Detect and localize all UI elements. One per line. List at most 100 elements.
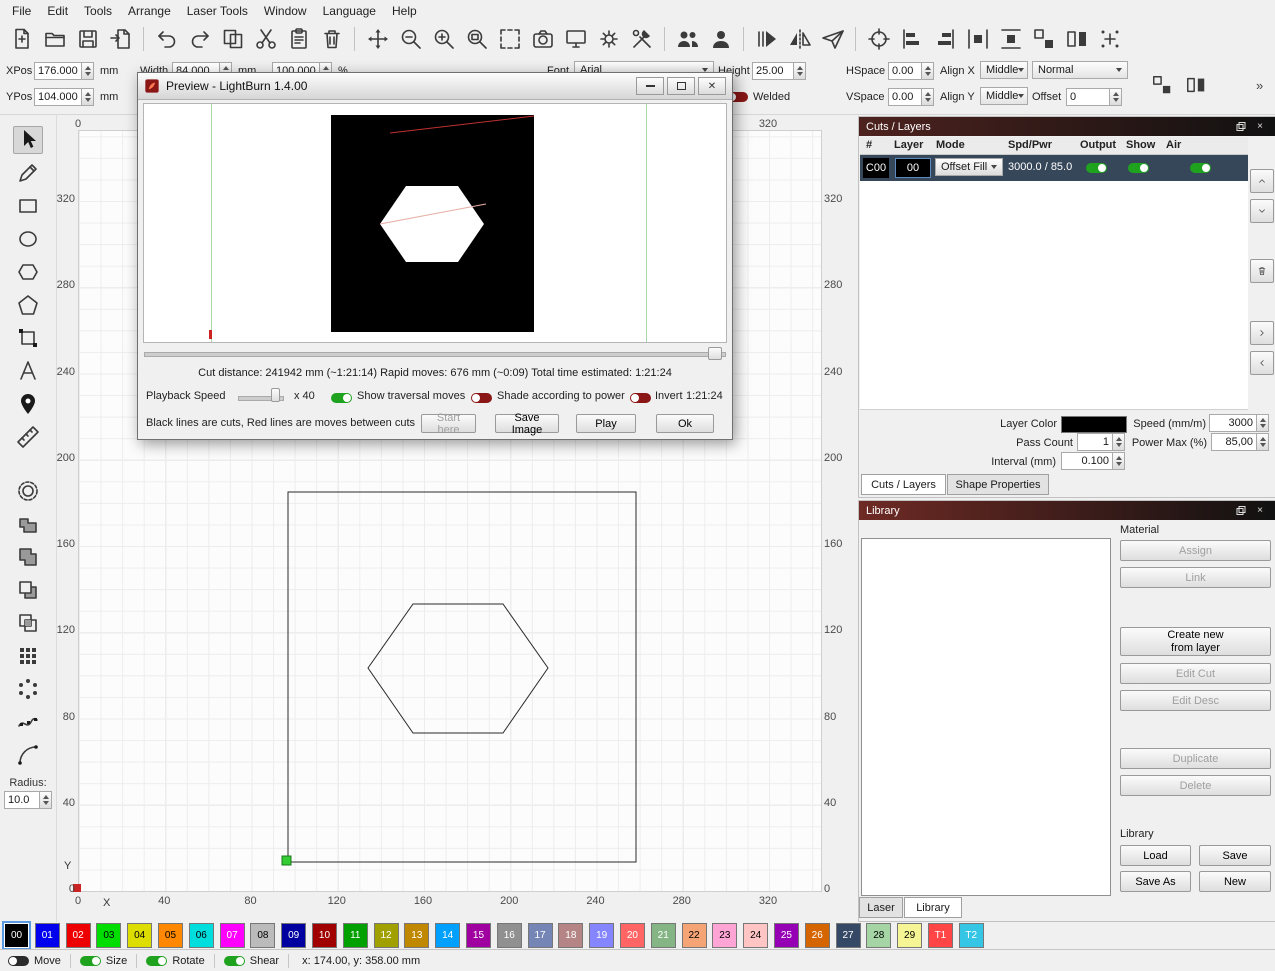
- timeline-slider-handle[interactable]: [708, 347, 722, 360]
- palette-swatch-16[interactable]: 16: [497, 923, 522, 948]
- edit-cut-button[interactable]: Edit Cut: [1120, 663, 1271, 684]
- mirror-button[interactable]: [784, 24, 815, 54]
- layer-mode-combo[interactable]: Offset Fill: [935, 158, 1003, 176]
- menu-window[interactable]: Window: [256, 1, 315, 21]
- rotate-toggle[interactable]: [146, 956, 167, 966]
- invert-toggle[interactable]: [630, 393, 651, 403]
- palette-swatch-07[interactable]: 07: [220, 923, 245, 948]
- maximize-icon[interactable]: [667, 77, 695, 95]
- frame-tool-button[interactable]: [13, 324, 43, 352]
- palette-swatch-26[interactable]: 26: [805, 923, 830, 948]
- palette-swatch-13[interactable]: 13: [404, 923, 429, 948]
- select-tool-button[interactable]: [13, 126, 43, 154]
- paste-button[interactable]: [283, 24, 314, 54]
- arc-tool-button[interactable]: [13, 741, 43, 769]
- menu-file[interactable]: File: [4, 1, 39, 21]
- draw-lines-button[interactable]: [13, 159, 43, 187]
- align-tools-button[interactable]: [1146, 70, 1177, 100]
- power-max-field[interactable]: 85,00: [1211, 433, 1269, 451]
- palette-swatch-14[interactable]: 14: [435, 923, 460, 948]
- material-list[interactable]: [861, 538, 1111, 896]
- start-here-button[interactable]: Start here: [421, 414, 476, 433]
- layer-color-swatch[interactable]: 00: [895, 158, 931, 178]
- height-field[interactable]: 25.00: [752, 62, 806, 80]
- palette-swatch-02[interactable]: 02: [66, 923, 91, 948]
- weld-shapes-button[interactable]: [13, 510, 43, 538]
- speed-field[interactable]: 3000: [1209, 414, 1269, 432]
- vspace-field[interactable]: 0.00: [888, 88, 934, 106]
- palette-swatch-27[interactable]: 27: [836, 923, 861, 948]
- offset-field[interactable]: 0: [1066, 88, 1122, 106]
- tab-shape-properties[interactable]: Shape Properties: [947, 474, 1049, 495]
- output-toggle[interactable]: [1086, 163, 1107, 173]
- timeline-slider-track[interactable]: [144, 352, 726, 357]
- link-button[interactable]: Link: [1120, 567, 1271, 588]
- group-align-button[interactable]: [1028, 24, 1059, 54]
- traversal-toggle[interactable]: [331, 393, 352, 403]
- save-image-button[interactable]: Save Image: [495, 414, 559, 433]
- rectangle-tool-button[interactable]: [13, 192, 43, 220]
- layer-delete-button[interactable]: [1250, 259, 1274, 283]
- general-settings-button[interactable]: [626, 24, 657, 54]
- text-layout-button[interactable]: [1180, 70, 1211, 100]
- palette-swatch-23[interactable]: 23: [712, 923, 737, 948]
- alignx-combo[interactable]: Middle: [980, 61, 1028, 79]
- palette-swatch-25[interactable]: 25: [774, 923, 799, 948]
- frame-selection-button[interactable]: [494, 24, 525, 54]
- delete-button[interactable]: [316, 24, 347, 54]
- align-right-button[interactable]: [929, 24, 960, 54]
- preview-monitor-button[interactable]: [560, 24, 591, 54]
- boolean-union-button[interactable]: [13, 543, 43, 571]
- menu-tools[interactable]: Tools: [76, 1, 120, 21]
- close-panel-icon[interactable]: ×: [1252, 120, 1268, 134]
- menu-help[interactable]: Help: [384, 1, 425, 21]
- assign-button[interactable]: Assign: [1120, 540, 1271, 561]
- boolean-subtract-button[interactable]: [13, 576, 43, 604]
- palette-swatch-19[interactable]: 19: [589, 923, 614, 948]
- distribute-h-button[interactable]: [962, 24, 993, 54]
- redo-button[interactable]: [184, 24, 215, 54]
- users-button[interactable]: [672, 24, 703, 54]
- delete-button[interactable]: Delete: [1120, 775, 1271, 796]
- user-button[interactable]: [705, 24, 736, 54]
- start-job-button[interactable]: [751, 24, 782, 54]
- distribute-v-button[interactable]: [995, 24, 1026, 54]
- send-button[interactable]: [817, 24, 848, 54]
- palette-swatch-28[interactable]: 28: [866, 923, 891, 948]
- palette-swatch-29[interactable]: 29: [897, 923, 922, 948]
- tab-library[interactable]: Library: [904, 897, 962, 918]
- size-toggle[interactable]: [80, 956, 101, 966]
- palette-swatch-11[interactable]: 11: [343, 923, 368, 948]
- float-panel-icon[interactable]: [1233, 504, 1249, 518]
- style-combo[interactable]: Normal: [1032, 61, 1128, 79]
- boolean-intersect-button[interactable]: [13, 609, 43, 637]
- dock-button[interactable]: [1061, 24, 1092, 54]
- ok-button[interactable]: Ok: [656, 414, 714, 433]
- menu-arrange[interactable]: Arrange: [120, 1, 179, 21]
- duplicate-button[interactable]: Duplicate: [1120, 748, 1271, 769]
- layer-down-button[interactable]: [1250, 199, 1274, 223]
- pass-count-field[interactable]: 1: [1077, 433, 1125, 451]
- edit-desc-button[interactable]: Edit Desc: [1120, 690, 1271, 711]
- air-toggle[interactable]: [1190, 163, 1211, 173]
- palette-swatch-09[interactable]: 09: [281, 923, 306, 948]
- interval-field[interactable]: 0.100: [1061, 452, 1125, 470]
- focus-button[interactable]: [863, 24, 894, 54]
- palette-swatch-15[interactable]: 15: [466, 923, 491, 948]
- palette-swatch-T2[interactable]: T2: [959, 923, 984, 948]
- layer-up-button[interactable]: [1250, 169, 1274, 193]
- float-panel-icon[interactable]: [1233, 120, 1249, 134]
- palette-swatch-21[interactable]: 21: [651, 923, 676, 948]
- close-panel-icon[interactable]: ×: [1252, 504, 1268, 518]
- menu-language[interactable]: Language: [315, 1, 384, 21]
- menu-edit[interactable]: Edit: [39, 1, 76, 21]
- text-tool-button[interactable]: [13, 357, 43, 385]
- dialog-titlebar[interactable]: Preview - LightBurn 1.4.00 ✕: [138, 73, 732, 100]
- circular-array-button[interactable]: [13, 675, 43, 703]
- load-button[interactable]: Load: [1120, 845, 1191, 866]
- position-laser-button[interactable]: [13, 390, 43, 418]
- import-button[interactable]: [105, 24, 136, 54]
- zoom-in-button[interactable]: [428, 24, 459, 54]
- palette-swatch-24[interactable]: 24: [743, 923, 768, 948]
- drawing-rectangle[interactable]: [288, 492, 636, 862]
